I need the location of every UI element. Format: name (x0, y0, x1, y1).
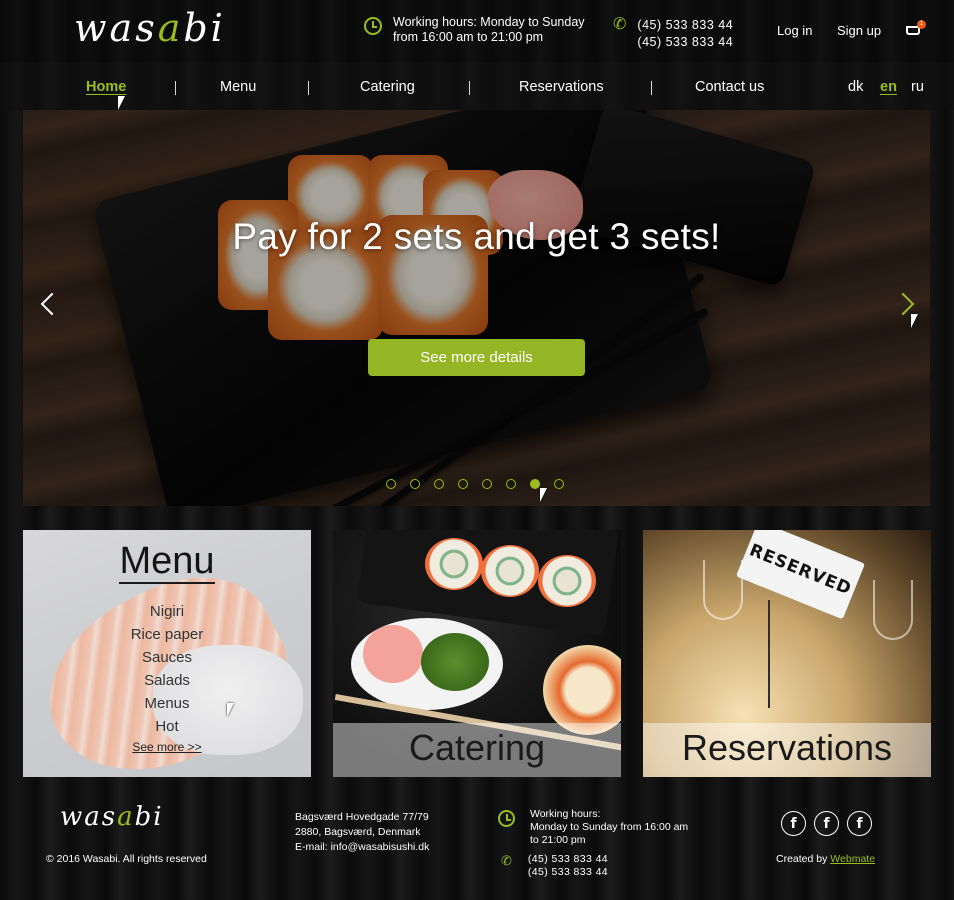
slider-dot[interactable] (434, 479, 444, 489)
footer-working-hours: Working hours: Monday to Sunday from 16:… (498, 808, 688, 847)
created-by: Created by Webmate (776, 853, 875, 865)
cart-button[interactable]: 1 (904, 20, 926, 36)
lang-ru[interactable]: ru (911, 79, 924, 95)
email-line[interactable]: E-mail: info@wasabisushi.dk (295, 840, 429, 855)
catering-card-label[interactable]: Catering (333, 727, 621, 769)
signup-link[interactable]: Sign up (837, 23, 881, 38)
facebook-icon[interactable]: f (814, 811, 839, 836)
slider-dots (386, 479, 564, 489)
footer-phone-numbers: (45) 533 833 44 (45) 533 833 44 (528, 853, 608, 879)
reserved-sign-image: RESERVED (735, 530, 866, 620)
menu-category-item[interactable]: Menus (23, 692, 311, 715)
copyright: © 2016 Wasabi. All rights reserved (46, 853, 207, 865)
mouse-cursor (118, 96, 125, 110)
sushi-roll-image (481, 545, 539, 597)
catering-card[interactable]: Catering (333, 530, 621, 777)
seaweed-salad-image (421, 633, 489, 691)
clock-icon (498, 810, 515, 827)
logo-text: wasabi (74, 6, 226, 50)
menu-card-title[interactable]: Menu (23, 540, 311, 583)
lang-dk[interactable]: dk (848, 79, 863, 95)
sushi-roll-image (543, 645, 621, 735)
menu-category-item[interactable]: Sauces (23, 646, 311, 669)
menu-category-item[interactable]: Nigiri (23, 600, 311, 623)
footer-phone-2[interactable]: (45) 533 833 44 (528, 866, 608, 879)
working-hours-line2: from 16:00 am to 21:00 pm (393, 30, 544, 44)
hero-title: Pay for 2 sets and get 3 sets! (232, 216, 721, 257)
phone-icon: ✆ (613, 16, 627, 33)
social-links: f f f (781, 811, 872, 836)
mouse-cursor (227, 703, 234, 717)
reservations-card[interactable]: RESERVED Reservations (643, 530, 931, 777)
webmate-link[interactable]: Webmate (830, 853, 875, 865)
slider-dot[interactable] (554, 479, 564, 489)
lang-en[interactable]: en (880, 79, 897, 95)
phone-numbers: (45) 533 833 44 (45) 533 833 44 (637, 17, 733, 51)
footer-hours-line3: to 21:00 pm (530, 834, 586, 846)
header: wasabi Working hours: Monday to Sunday f… (0, 0, 954, 62)
mouse-cursor (540, 488, 547, 502)
cart-count-badge: 1 (917, 20, 926, 29)
slider-dot[interactable] (410, 479, 420, 489)
menu-category-item[interactable]: Salads (23, 669, 311, 692)
ginger-image (363, 625, 423, 683)
clock-icon (364, 17, 382, 35)
sushi-roll-image (425, 538, 483, 590)
nav-item-contact[interactable]: Contact us (695, 79, 764, 95)
menu-category-list: Nigiri Rice paper Sauces Salads Menus Ho… (23, 600, 311, 738)
nav-item-home[interactable]: Home (86, 79, 126, 95)
reservations-card-label[interactable]: Reservations (643, 727, 931, 769)
menu-category-item[interactable]: Hot (23, 715, 311, 738)
footer-hours-line2: Monday to Sunday from 16:00 am (530, 821, 689, 833)
wine-glass-image (703, 560, 743, 620)
address-line-1: Bagsværd Hovedgade 77/79 (295, 811, 429, 823)
wine-glass-image (873, 580, 913, 640)
login-link[interactable]: Log in (777, 23, 812, 38)
created-by-label: Created by (776, 853, 828, 865)
nav-divider (308, 81, 309, 95)
nav-item-menu[interactable]: Menu (220, 79, 256, 95)
nav-divider (651, 81, 652, 95)
working-hours-line1: Working hours: Monday to Sunday (393, 15, 585, 29)
logo[interactable]: wasabi (74, 6, 226, 50)
see-more-details-button[interactable]: See more details (368, 339, 585, 376)
slider-dot-active[interactable] (530, 479, 540, 489)
slider-dot[interactable] (386, 479, 396, 489)
nav-item-reservations[interactable]: Reservations (519, 79, 604, 95)
phone-number-2[interactable]: (45) 533 833 44 (637, 34, 733, 51)
nav-divider (469, 81, 470, 95)
sign-stand-image (768, 600, 770, 708)
phone-number-1[interactable]: (45) 533 833 44 (637, 17, 733, 34)
footer-logo[interactable]: wasabi (60, 802, 164, 832)
menu-see-more-link[interactable]: See more >> (23, 740, 311, 754)
footer-logo-text: wasabi (60, 802, 164, 832)
facebook-icon[interactable]: f (781, 811, 806, 836)
phone-icon: ✆ (501, 853, 512, 868)
slider-dot[interactable] (458, 479, 468, 489)
footer-hours-line1: Working hours: (530, 808, 601, 820)
nav-divider (175, 81, 176, 95)
mouse-cursor (911, 314, 918, 328)
sushi-roll-image (538, 555, 596, 607)
menu-card[interactable]: Menu Nigiri Rice paper Sauces Salads Men… (23, 530, 311, 777)
slider-dot[interactable] (482, 479, 492, 489)
header-phones: ✆ (45) 533 833 44 (45) 533 833 44 (613, 17, 733, 51)
address-line-2: 2880, Bagsværd, Denmark (295, 826, 421, 838)
menu-category-item[interactable]: Rice paper (23, 623, 311, 646)
menu-title-underline (119, 582, 215, 584)
footer-hours-text: Working hours: Monday to Sunday from 16:… (530, 808, 688, 847)
main-nav: Home Menu Catering Reservations Contact … (0, 62, 954, 110)
slider-dot[interactable] (506, 479, 516, 489)
hero-slider: Pay for 2 sets and get 3 sets! See more … (23, 110, 930, 506)
hero-overlay (23, 110, 930, 506)
footer-phone-1[interactable]: (45) 533 833 44 (528, 853, 608, 866)
working-hours-text: Working hours: Monday to Sunday from 16:… (393, 15, 585, 45)
footer-address: Bagsværd Hovedgade 77/79 2880, Bagsværd,… (295, 810, 429, 855)
nav-item-catering[interactable]: Catering (360, 79, 415, 95)
working-hours: Working hours: Monday to Sunday from 16:… (364, 15, 585, 45)
facebook-icon[interactable]: f (847, 811, 872, 836)
footer-phones: ✆ (45) 533 833 44 (45) 533 833 44 (501, 853, 608, 879)
